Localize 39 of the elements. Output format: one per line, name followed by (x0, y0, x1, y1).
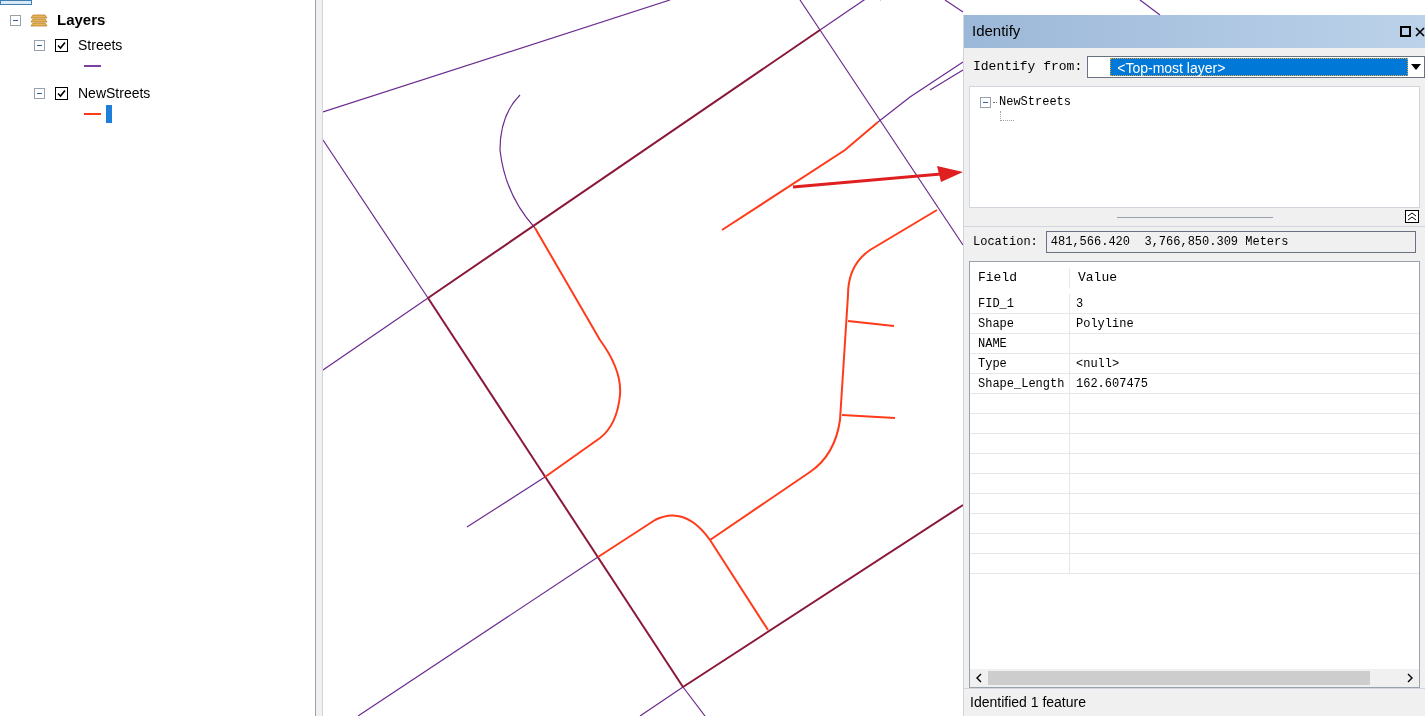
scroll-left-icon[interactable] (976, 673, 982, 683)
collapse-up-icon[interactable] (1405, 210, 1419, 223)
field-cell: Type (970, 354, 1070, 373)
value-cell-text: Polyline (1075, 316, 1135, 333)
selection-cursor (106, 105, 112, 123)
identify-from-label: Identify from: (973, 58, 1083, 77)
column-header[interactable]: Field (970, 268, 1070, 288)
window-title: Identify (972, 21, 1021, 42)
column-header[interactable]: Value (1070, 268, 1117, 288)
status-text: Identified 1 feature (970, 693, 1086, 712)
tree-connector (1000, 111, 1014, 121)
layer-dropdown[interactable]: <Top-most layer> (1087, 56, 1425, 78)
layer-checkbox[interactable] (55, 38, 68, 52)
expand-toggle[interactable] (34, 87, 45, 99)
field-cell: Shape (970, 314, 1070, 333)
value-cell-text: 162.607475 (1075, 376, 1149, 393)
dropdown-caret-icon (1410, 63, 1422, 71)
expand-toggle[interactable] (10, 14, 21, 26)
horizontal-scrollbar-thumb[interactable] (988, 671, 1370, 685)
layer-name[interactable]: Streets (78, 34, 123, 56)
value-cell-text: <null> (1075, 356, 1121, 373)
value-cell-text: 3 (1075, 296, 1085, 313)
expand-toggle[interactable] (34, 39, 45, 51)
layer-name[interactable]: NewStreets (78, 82, 151, 104)
field-cell: Shape_Length (970, 374, 1070, 393)
field-cell: NAME (970, 334, 1070, 353)
scroll-right-icon[interactable] (1407, 673, 1413, 683)
maximize-icon[interactable] (1400, 26, 1411, 37)
close-icon[interactable] (1415, 26, 1425, 37)
location-label: Location: (973, 233, 1038, 251)
dropdown-value: <Top-most layer> (1110, 58, 1408, 76)
layers-title: Layers (57, 9, 106, 30)
field-cell: FID_1 (970, 294, 1070, 313)
layers-stack-icon (29, 12, 49, 28)
expand-toggle[interactable] (980, 96, 991, 108)
location-field[interactable]: 481,566.420 3,766,850.309 Meters (1045, 230, 1416, 253)
tree-node[interactable]: NewStreets (999, 93, 1071, 111)
map-canvas[interactable]: Identify Identify from: <Top-most layer> NewStreets Location: 481,566.420 3,766,850.309 Meters Field Value FID_1 3 Shape Polyline NAME Type <null> Shape_Length 162.607475 Identified 1 feature (323, 0, 1425, 716)
layer-checkbox[interactable] (55, 86, 68, 100)
